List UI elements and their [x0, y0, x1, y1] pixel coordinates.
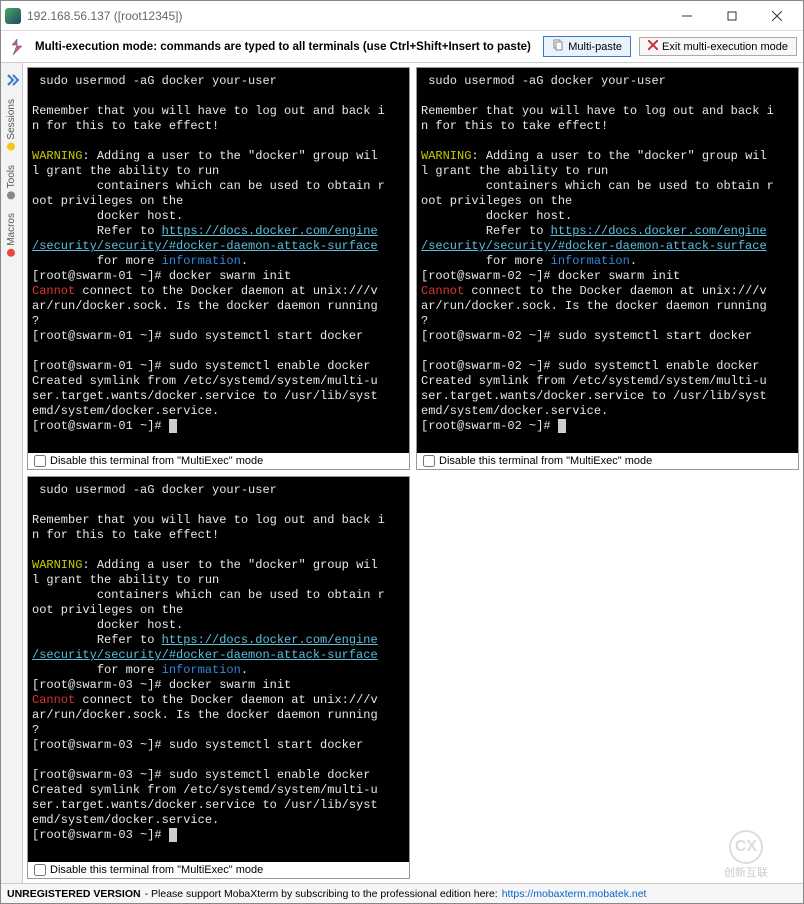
sidebar-tab-tools[interactable]: Tools	[6, 159, 17, 205]
footer-message: - Please support MobaXterm by subscribin…	[145, 888, 498, 900]
sidebar-label: Sessions	[6, 99, 17, 140]
sidebar: Sessions Tools Macros	[1, 63, 23, 883]
multi-paste-label: Multi-paste	[568, 41, 622, 53]
sidebar-label: Macros	[6, 213, 17, 246]
window-controls	[664, 2, 799, 30]
titlebar: 192.168.56.137 ([root12345])	[1, 1, 803, 31]
macros-icon	[8, 249, 16, 257]
exit-label: Exit multi-execution mode	[662, 41, 788, 53]
minimize-button[interactable]	[664, 2, 709, 30]
footer-link[interactable]: https://mobaxterm.mobatek.net	[502, 888, 647, 900]
terminal-output[interactable]: sudo usermod -aG docker your-user Rememb…	[28, 68, 409, 453]
disable-row: Disable this terminal from "MultiExec" m…	[28, 453, 409, 469]
tools-icon	[8, 191, 16, 199]
sidebar-expand-icon[interactable]	[3, 71, 21, 89]
terminal-pane-1: sudo usermod -aG docker your-user Rememb…	[27, 67, 410, 470]
main-area: Sessions Tools Macros sudo usermod -aG d…	[1, 63, 803, 883]
terminal-output[interactable]: sudo usermod -aG docker your-user Rememb…	[28, 477, 409, 862]
disable-label: Disable this terminal from "MultiExec" m…	[50, 455, 263, 467]
multi-exec-icon	[7, 37, 27, 57]
disable-label: Disable this terminal from "MultiExec" m…	[50, 864, 263, 876]
multi-paste-button[interactable]: Multi-paste	[543, 36, 631, 57]
app-icon	[5, 8, 21, 24]
exit-multi-exec-button[interactable]: Exit multi-execution mode	[639, 37, 797, 56]
disable-row: Disable this terminal from "MultiExec" m…	[28, 862, 409, 878]
unregistered-label: UNREGISTERED VERSION	[7, 888, 141, 900]
disable-checkbox[interactable]	[423, 455, 435, 467]
terminal-pane-2: sudo usermod -aG docker your-user Rememb…	[416, 67, 799, 470]
statusbar: UNREGISTERED VERSION - Please support Mo…	[1, 883, 803, 903]
disable-label: Disable this terminal from "MultiExec" m…	[439, 455, 652, 467]
paste-icon	[552, 39, 564, 54]
sidebar-label: Tools	[6, 165, 17, 188]
maximize-button[interactable]	[709, 2, 754, 30]
window-title: 192.168.56.137 ([root12345])	[27, 9, 664, 23]
sidebar-tab-sessions[interactable]: Sessions	[6, 93, 17, 157]
multi-exec-toolbar: Multi-execution mode: commands are typed…	[1, 31, 803, 63]
disable-checkbox[interactable]	[34, 864, 46, 876]
terminal-output[interactable]: sudo usermod -aG docker your-user Rememb…	[417, 68, 798, 453]
terminal-pane-3: sudo usermod -aG docker your-user Rememb…	[27, 476, 410, 879]
mode-description: Multi-execution mode: commands are typed…	[35, 41, 539, 53]
sidebar-tab-macros[interactable]: Macros	[6, 207, 17, 263]
terminal-grid: sudo usermod -aG docker your-user Rememb…	[23, 63, 803, 883]
close-icon	[648, 40, 658, 53]
disable-checkbox[interactable]	[34, 455, 46, 467]
empty-cell	[416, 476, 799, 879]
disable-row: Disable this terminal from "MultiExec" m…	[417, 453, 798, 469]
star-icon	[8, 143, 16, 151]
close-button[interactable]	[754, 2, 799, 30]
